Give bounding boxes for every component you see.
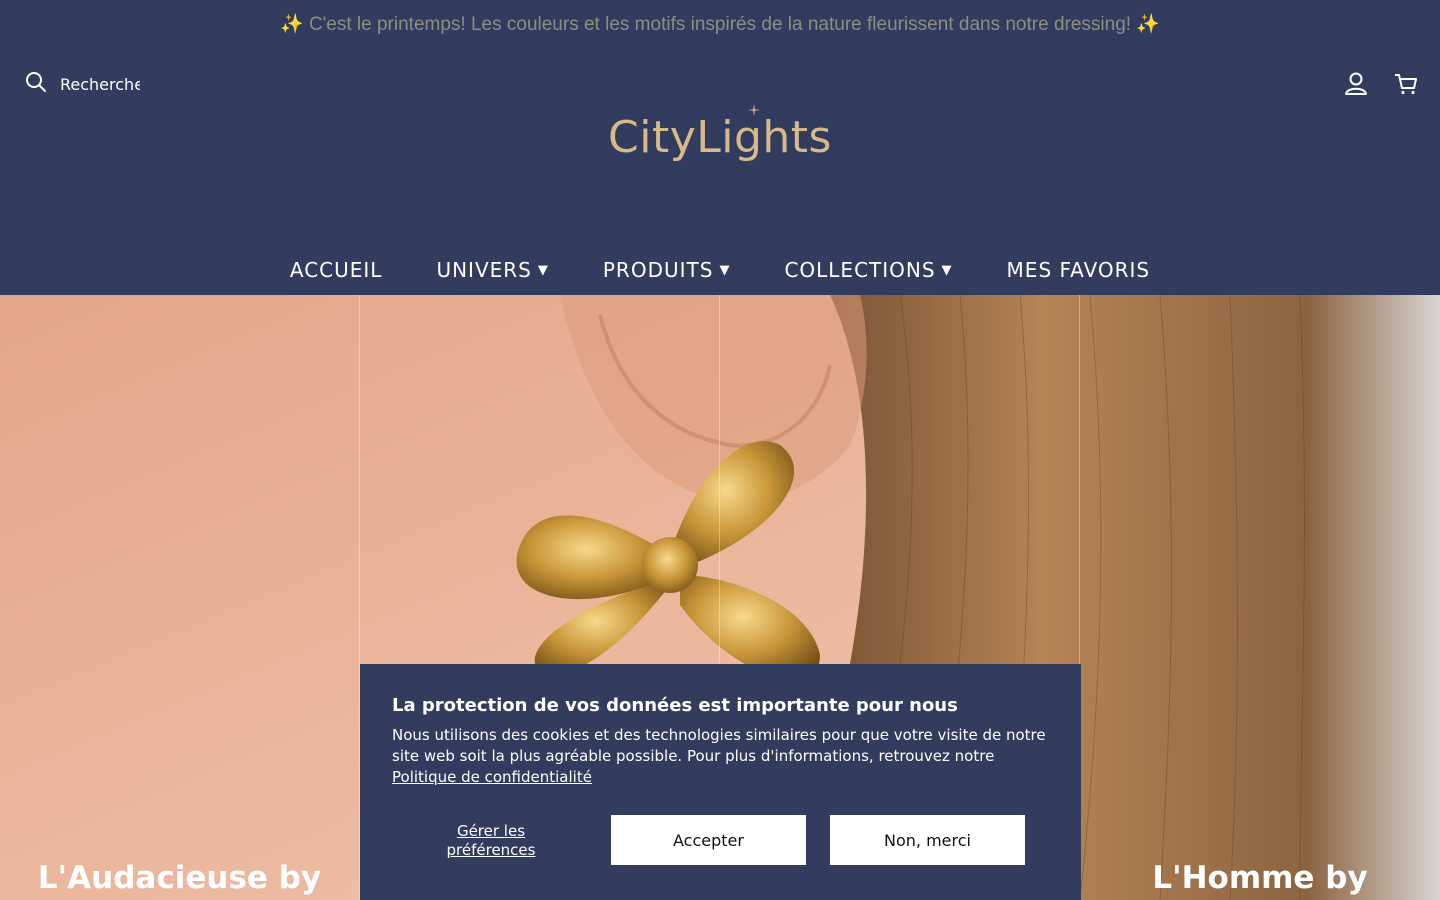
- nav-item-produits[interactable]: PRODUITS ▼: [603, 248, 731, 292]
- cookie-title: La protection de vos données est importa…: [392, 695, 958, 716]
- cart-icon[interactable]: [1394, 72, 1418, 100]
- account-icon[interactable]: [1343, 71, 1369, 101]
- search-input[interactable]: [60, 74, 140, 94]
- search-bar[interactable]: [24, 70, 140, 98]
- nav-item-label: COLLECTIONS: [784, 258, 936, 282]
- privacy-policy-link[interactable]: Politique de confidentialité: [392, 768, 592, 786]
- nav-item-accueil[interactable]: ACCUEIL: [290, 248, 383, 292]
- caret-down-icon: ▼: [941, 262, 953, 278]
- panel-title[interactable]: L'Audacieuse by CityLights: [0, 858, 359, 900]
- announcement-bar: ✨ C'est le printemps! Les couleurs et le…: [0, 0, 1440, 48]
- logo-text: CityLights: [608, 112, 832, 163]
- decline-button[interactable]: Non, merci: [829, 814, 1026, 866]
- nav-item-mes-favoris[interactable]: MES FAVORIS: [1007, 248, 1151, 292]
- caret-down-icon: ▼: [719, 262, 731, 278]
- nav-item-collections[interactable]: COLLECTIONS ▼: [784, 248, 952, 292]
- site-logo[interactable]: CityLights: [600, 98, 840, 178]
- hero-panel[interactable]: L'Audacieuse by CityLights: [0, 295, 359, 900]
- nav-item-label: UNIVERS: [436, 258, 532, 282]
- nav-item-univers[interactable]: UNIVERS ▼: [436, 248, 548, 292]
- panel-title[interactable]: L'Homme by CityLights: [1080, 858, 1440, 900]
- caret-down-icon: ▼: [537, 262, 549, 278]
- cookie-text: Nous utilisons des cookies et des techno…: [392, 725, 1052, 788]
- hero-panel[interactable]: L'Homme by CityLights: [1080, 295, 1440, 900]
- main-nav: ACCUEIL UNIVERS ▼ PRODUITS ▼ COLLECTIONS ▼ MES …: [0, 248, 1440, 294]
- manage-preferences-link[interactable]: Gérer les préférences: [432, 822, 550, 860]
- search-icon[interactable]: [24, 70, 48, 98]
- cookie-body: Nous utilisons des cookies et des techno…: [392, 726, 1046, 765]
- nav-item-label: PRODUITS: [602, 258, 714, 282]
- nav-item-label: ACCUEIL: [289, 258, 383, 282]
- accept-button[interactable]: Accepter: [610, 814, 807, 866]
- announcement-text: ✨ C'est le printemps! Les couleurs et le…: [280, 14, 1160, 35]
- nav-item-label: MES FAVORIS: [1006, 258, 1151, 282]
